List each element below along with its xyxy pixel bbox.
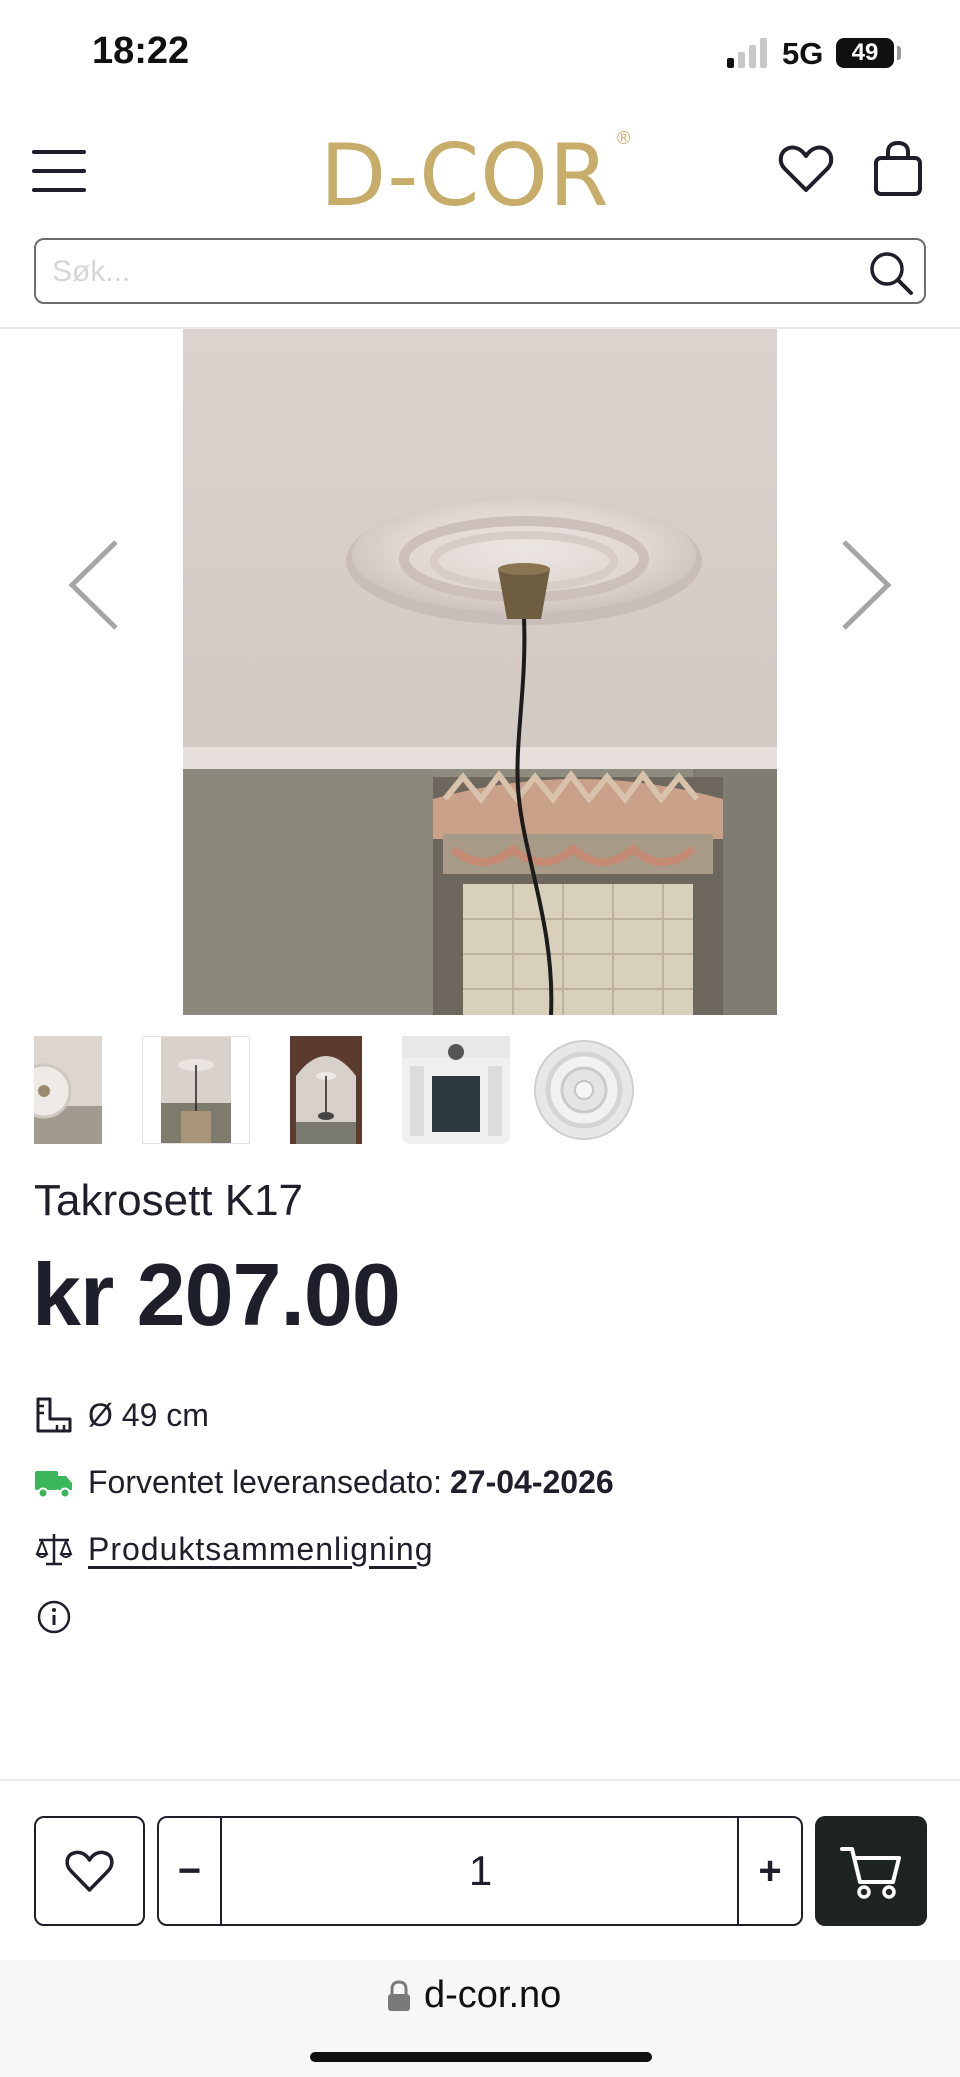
- delivery-truck-icon: [35, 1471, 72, 1499]
- battery-cap: [897, 46, 901, 60]
- product-main-image[interactable]: [183, 329, 777, 1015]
- registered-mark: ®: [617, 128, 631, 148]
- ceiling-rosette-photo: [183, 329, 777, 1015]
- thumbnail-2[interactable]: [142, 1036, 250, 1144]
- heart-icon: [65, 1850, 114, 1892]
- home-indicator[interactable]: [310, 2052, 652, 2062]
- cart-icon: [840, 1847, 901, 1899]
- product-title: Takrosett K17: [34, 1176, 304, 1225]
- site-header: D-COR ®: [0, 110, 960, 230]
- scale-balance-icon: [35, 1534, 73, 1566]
- increase-quantity-button[interactable]: +: [737, 1818, 801, 1924]
- product-diameter: Ø 49 cm: [88, 1396, 209, 1433]
- thumbnail-5[interactable]: [534, 1036, 634, 1144]
- thumbnail-3[interactable]: [290, 1036, 362, 1144]
- battery-level: 49: [851, 39, 879, 66]
- lock-icon: [388, 1980, 410, 2011]
- shopping-bag-icon[interactable]: [868, 140, 928, 200]
- delivery-date: 27-04-2026: [449, 1463, 614, 1500]
- menu-button[interactable]: [32, 150, 86, 192]
- product-compare-link[interactable]: Produktsammenligning: [88, 1531, 434, 1568]
- add-to-cart-button[interactable]: [815, 1816, 927, 1926]
- thumbnail-1[interactable]: [34, 1036, 102, 1144]
- info-row: [34, 1595, 88, 1639]
- quantity-input[interactable]: 1: [222, 1818, 739, 1924]
- ruler-icon: [36, 1397, 72, 1433]
- product-price: kr 207.00: [32, 1245, 401, 1344]
- network-type: 5G: [782, 36, 824, 71]
- previous-image-arrow-icon[interactable]: [60, 530, 130, 640]
- next-image-arrow-icon[interactable]: [830, 530, 900, 640]
- decrease-quantity-button[interactable]: −: [159, 1818, 222, 1924]
- search-bar: [34, 238, 926, 304]
- add-to-wishlist-button[interactable]: [34, 1816, 145, 1926]
- quantity-stepper: − 1 +: [157, 1816, 803, 1926]
- wishlist-heart-icon[interactable]: [776, 140, 836, 200]
- info-icon[interactable]: [34, 1597, 74, 1637]
- status-time: 18:22: [92, 30, 190, 72]
- site-logo[interactable]: D-COR: [320, 126, 610, 226]
- search-input[interactable]: [52, 248, 842, 296]
- compare-row: Produktsammenligning: [34, 1527, 434, 1571]
- battery-icon: 49: [836, 38, 894, 68]
- browser-url-bar[interactable]: d-cor.no: [0, 1960, 960, 2077]
- signal-icon: [727, 38, 769, 68]
- dimension-row: Ø 49 cm: [34, 1393, 209, 1437]
- search-icon[interactable]: [866, 248, 916, 298]
- status-bar: 18:22 5G 49: [0, 0, 960, 110]
- delivery-row: Forventet leveransedato: 27-04-2026: [34, 1460, 614, 1504]
- action-bar-divider: [0, 1779, 960, 1781]
- browser-url-text[interactable]: d-cor.no: [424, 1974, 561, 2017]
- thumbnail-4[interactable]: [402, 1036, 510, 1144]
- delivery-label: Forventet leveransedato:: [88, 1463, 442, 1500]
